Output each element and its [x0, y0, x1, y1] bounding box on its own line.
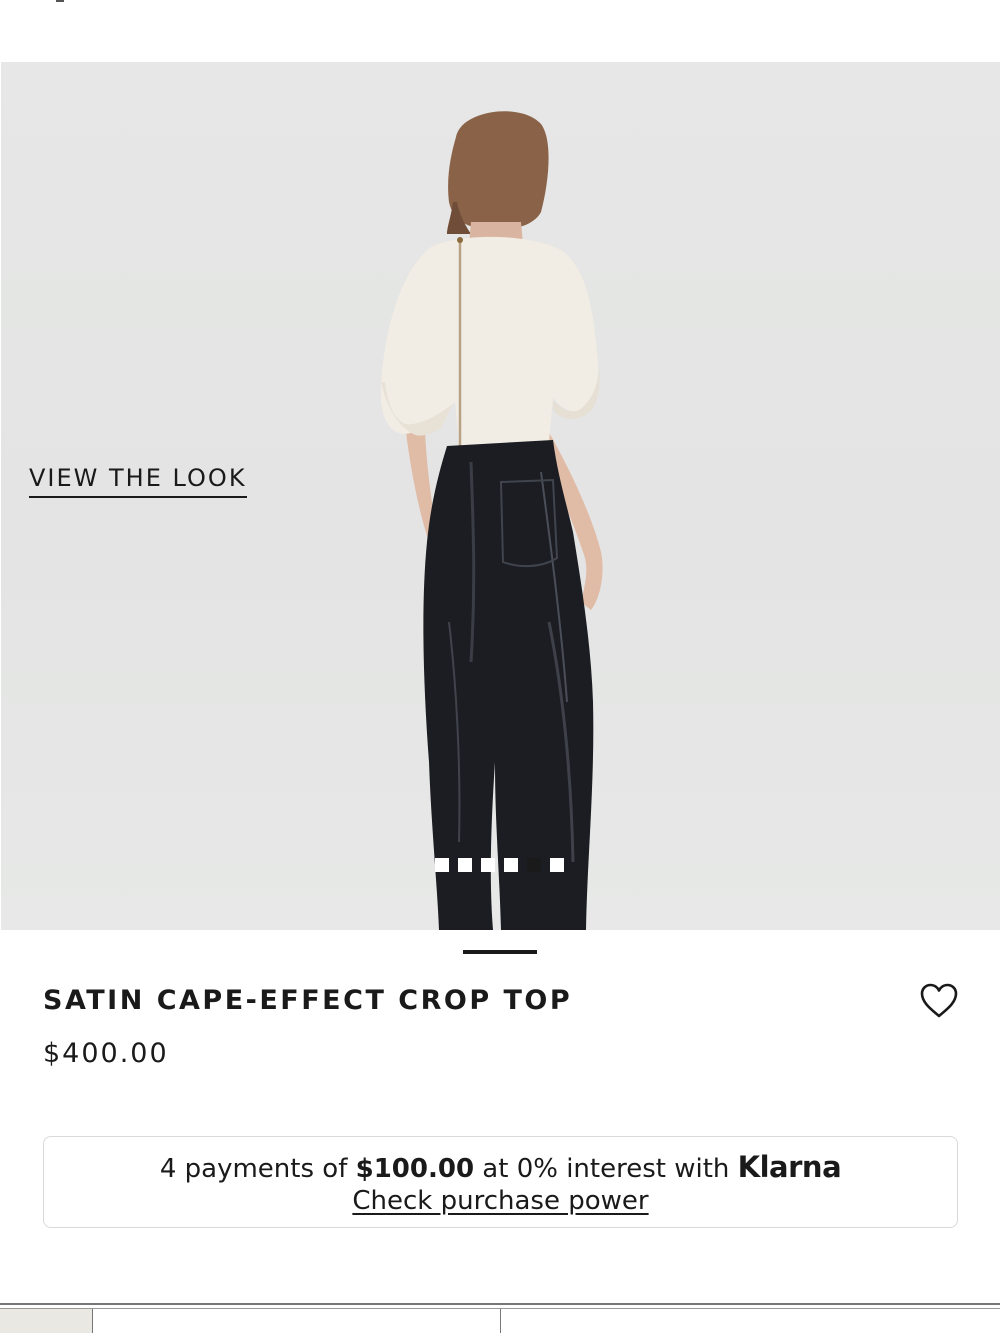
carousel-dot[interactable] — [504, 858, 518, 872]
carousel-dot-active[interactable] — [527, 858, 541, 872]
carousel-indicators — [435, 858, 564, 872]
klarna-prefix: 4 payments of — [159, 1154, 356, 1184]
carousel-dot[interactable] — [481, 858, 495, 872]
product-price: $400.00 — [43, 1038, 169, 1069]
carousel-dot[interactable] — [435, 858, 449, 872]
carousel-dot[interactable] — [550, 858, 564, 872]
section-divider — [0, 1303, 1000, 1305]
check-purchase-power-link[interactable]: Check purchase power — [352, 1186, 648, 1216]
back-chevron-icon[interactable] — [56, 0, 64, 2]
klarna-payment-banner: 4 payments of $100.00 at 0% interest wit… — [43, 1136, 958, 1228]
image-slider-handle[interactable] — [463, 950, 537, 954]
column-divider — [500, 1309, 501, 1333]
carousel-dot[interactable] — [458, 858, 472, 872]
product-title: SATIN CAPE-EFFECT CROP TOP — [43, 985, 573, 1016]
wishlist-button[interactable] — [918, 980, 960, 1022]
heart-icon — [920, 983, 958, 1018]
color-swatch-thumbnail[interactable] — [0, 1309, 93, 1333]
klarna-amount: $100.00 — [355, 1154, 475, 1184]
klarna-payment-text: 4 payments of $100.00 at 0% interest wit… — [44, 1150, 957, 1184]
klarna-link-row: Check purchase power — [44, 1186, 957, 1216]
view-the-look-link[interactable]: VIEW THE LOOK — [29, 464, 247, 498]
product-image-carousel[interactable]: VIEW THE LOOK — [1, 62, 1000, 930]
top-bar — [0, 0, 1000, 62]
klarna-suffix: at 0% interest with — [474, 1154, 738, 1184]
klarna-logo: Klarna — [737, 1150, 842, 1184]
